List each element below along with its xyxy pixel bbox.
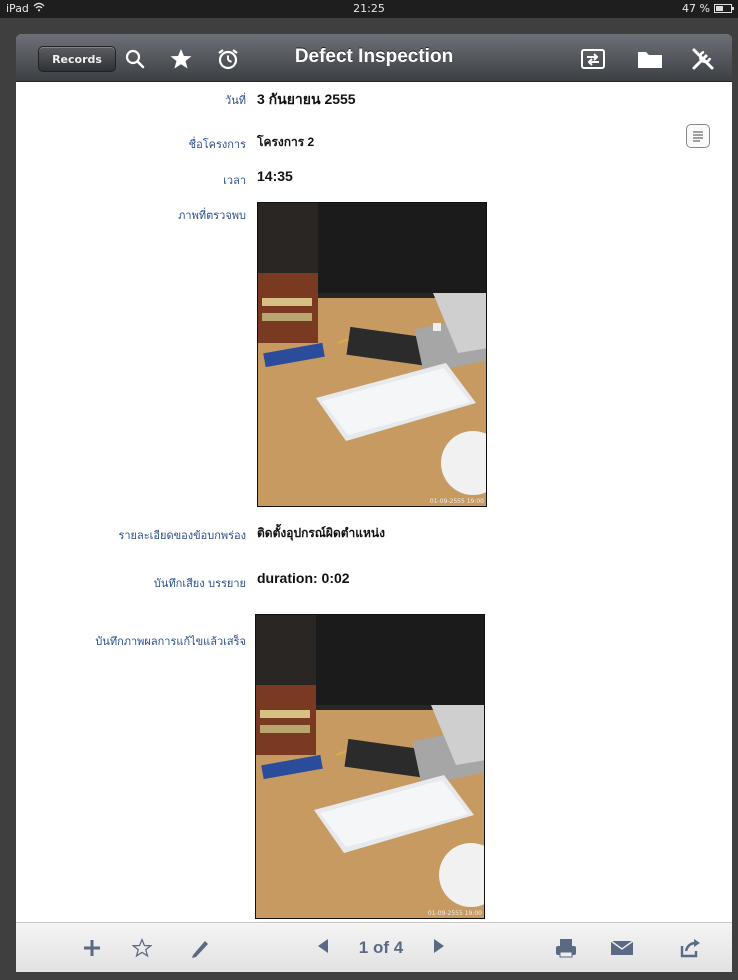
tools-icon[interactable] — [688, 44, 718, 74]
share-icon[interactable] — [676, 935, 704, 961]
star-icon[interactable] — [166, 44, 196, 74]
pager: 1 of 4 — [316, 935, 446, 961]
favorite-star-icon[interactable] — [128, 935, 156, 961]
defect-detail-label: รายละเอียดของข้อบกพร่อง — [118, 529, 246, 542]
pager-label: 1 of 4 — [358, 938, 404, 957]
defect-photo-stamp: 01-09-2555 19:00 — [430, 498, 484, 505]
battery-icon — [714, 4, 734, 13]
date-value: 3 กันยายน 2555 — [257, 91, 356, 107]
fixed-photo[interactable]: 01-09-2555 19:00 — [255, 614, 485, 919]
navigation-bar: Records Defect Inspection — [16, 34, 732, 82]
status-time: 21:25 — [353, 2, 385, 15]
folder-icon[interactable] — [635, 44, 665, 74]
export-icon[interactable] — [578, 44, 608, 74]
defect-detail-value: ติดตั้งอุปกรณ์ผิดตำแหน่ง — [257, 526, 385, 540]
time-value: 14:35 — [257, 168, 293, 184]
search-icon[interactable] — [120, 44, 150, 74]
fixed-photo-label: บันทึกภาพผลการแก้ไขแล้วเสร็จ — [95, 635, 246, 648]
print-icon[interactable] — [552, 935, 580, 961]
next-arrow-icon[interactable] — [432, 938, 446, 958]
edit-pencil-icon[interactable] — [186, 935, 214, 961]
fixed-photo-stamp: 01-09-2555 19:00 — [428, 910, 482, 917]
defect-photo[interactable]: 01-09-2555 19:00 — [257, 202, 487, 507]
mail-icon[interactable] — [608, 935, 636, 961]
voice-note-label: บันทึกเสียง บรรยาย — [153, 577, 246, 590]
time-label: เวลา — [223, 174, 246, 187]
add-icon[interactable] — [78, 935, 106, 961]
battery-percent: 47 % — [682, 2, 710, 15]
defect-photo-label: ภาพที่ตรวจพบ — [178, 209, 246, 222]
status-bar: iPad 21:25 47 % — [0, 0, 738, 18]
status-right: 47 % — [682, 2, 734, 15]
records-button[interactable]: Records — [38, 46, 116, 72]
page-title: Defect Inspection — [294, 46, 454, 67]
voice-note-value[interactable]: duration: 0:02 — [257, 570, 350, 586]
project-label: ชื่อโครงการ — [188, 138, 246, 151]
app-window: Records Defect Inspection วันที่ 3 กันยา… — [16, 34, 732, 972]
date-label: วันที่ — [225, 94, 246, 107]
bottom-toolbar: 1 of 4 — [16, 922, 732, 972]
project-value: โครงการ 2 — [257, 135, 315, 149]
previous-arrow-icon[interactable] — [316, 938, 330, 958]
notes-icon[interactable] — [686, 124, 710, 148]
